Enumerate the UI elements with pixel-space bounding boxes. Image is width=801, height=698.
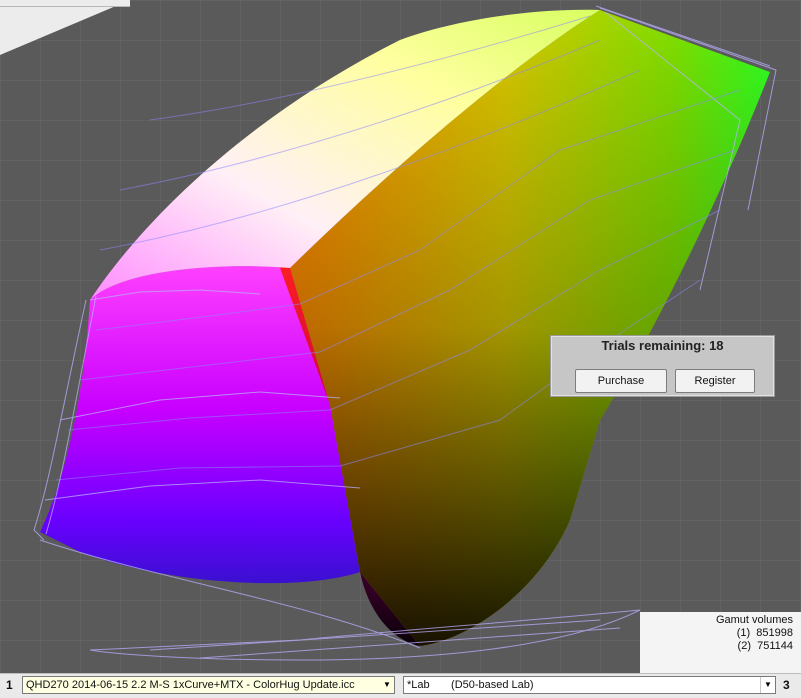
chevron-down-icon[interactable]: ▼	[380, 677, 394, 693]
slot-number-right: 3	[783, 678, 790, 692]
gamut-volumes-panel: Gamut volumes (1) 851998 (2) 751144	[640, 612, 801, 674]
trial-remaining-text: Trials remaining: 18	[601, 338, 724, 353]
gamut-volume-1: (1) 851998	[736, 627, 793, 639]
profile-select[interactable]: QHD270 2014-06-15 2.2 M-S 1xCurve+MTX - …	[22, 676, 395, 694]
colorspace-select-value: *Lab (D50-based Lab)	[407, 679, 534, 691]
gamut-volume-2: (2) 751144	[737, 640, 793, 652]
profile-select-value: QHD270 2014-06-15 2.2 M-S 1xCurve+MTX - …	[26, 679, 355, 691]
trial-dialog: Trials remaining: 18 Purchase Register	[550, 335, 775, 397]
menu-strip	[0, 0, 130, 7]
purchase-button[interactable]: Purchase	[575, 369, 667, 393]
bottom-toolbar: 1 QHD270 2014-06-15 2.2 M-S 1xCurve+MTX …	[0, 673, 801, 698]
register-button[interactable]: Register	[675, 369, 755, 393]
gamut-volumes-heading: Gamut volumes	[715, 614, 793, 626]
chevron-down-icon[interactable]: ▼	[760, 677, 775, 693]
colorspace-select[interactable]: *Lab (D50-based Lab) ▼	[403, 676, 776, 694]
profile-slot-number: 1	[6, 678, 13, 692]
